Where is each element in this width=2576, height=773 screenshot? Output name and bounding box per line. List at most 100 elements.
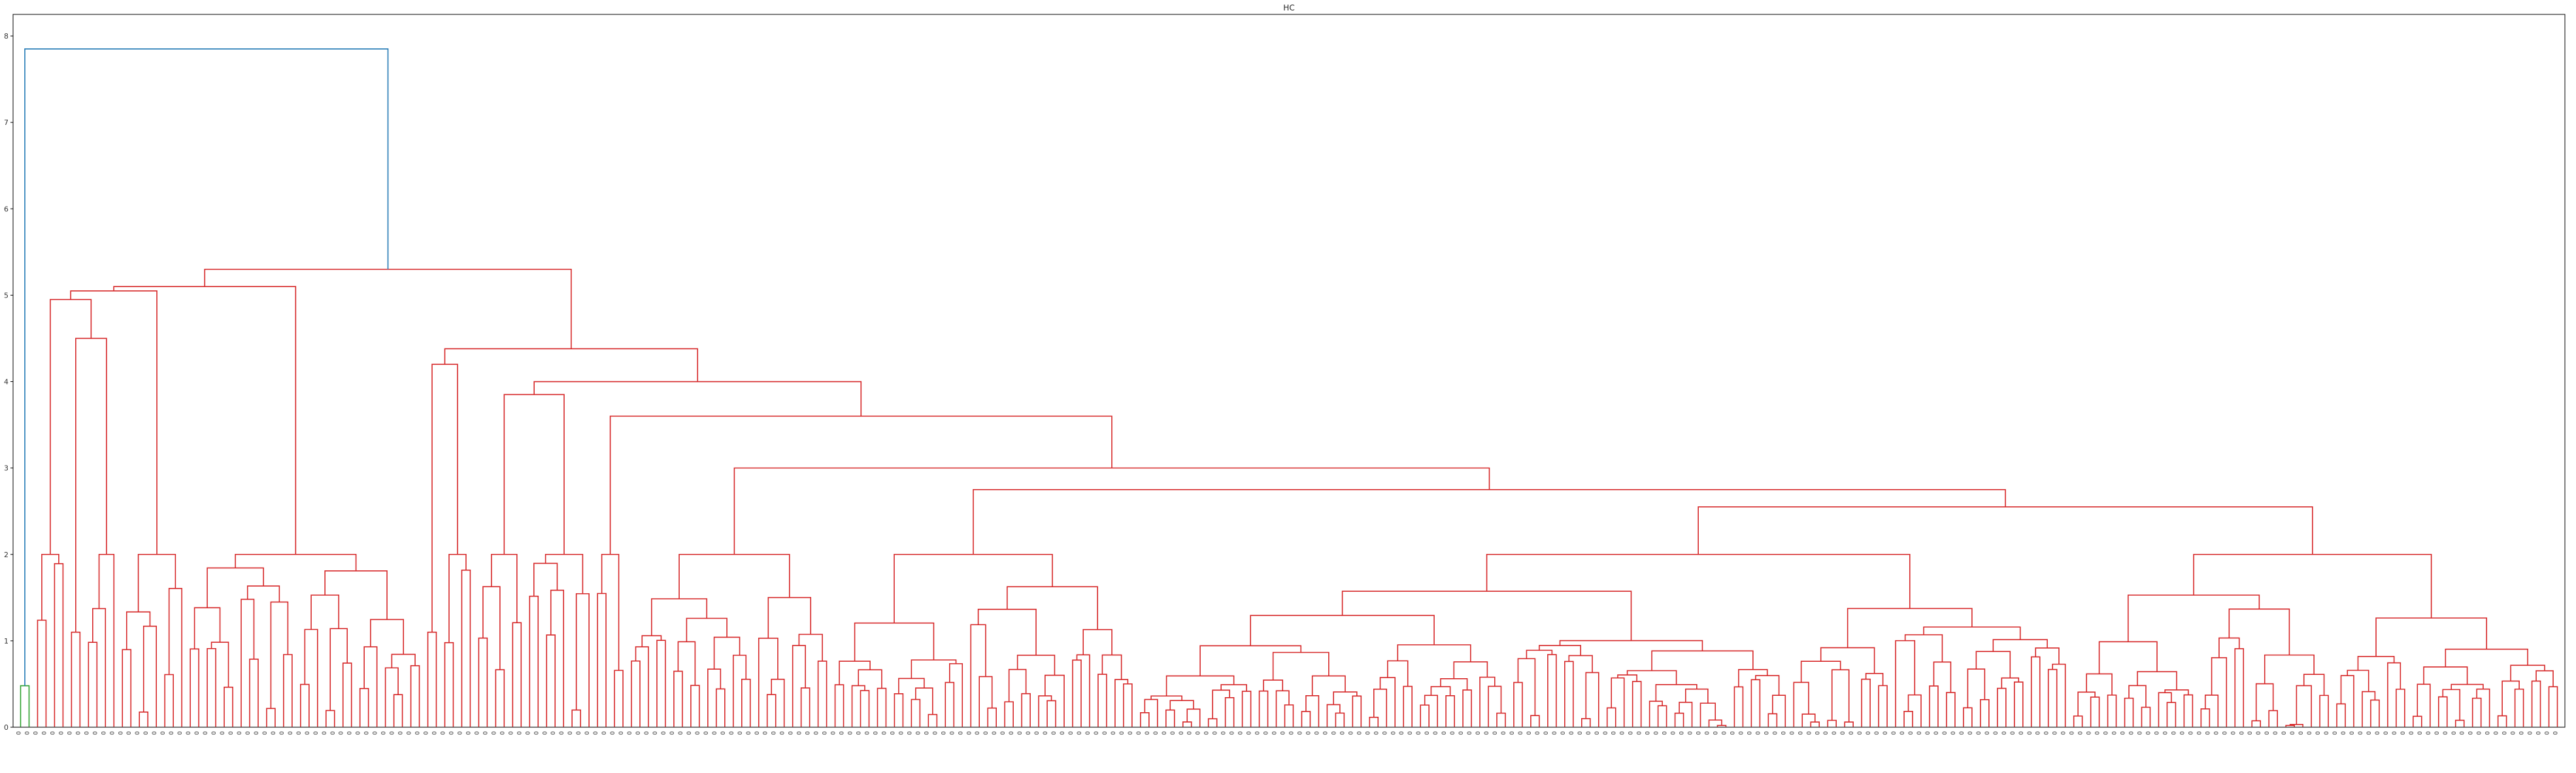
leaf-label: 0 xyxy=(381,731,388,735)
leaf-label: 0 xyxy=(1179,731,1185,735)
leaf-label: 0 xyxy=(415,731,422,735)
leaf-label: 0 xyxy=(1688,731,1694,735)
leaf-label: 0 xyxy=(949,731,956,735)
leaf-label: 0 xyxy=(695,731,701,735)
leaf-label: 0 xyxy=(932,731,939,735)
leaf-label: 0 xyxy=(2103,731,2110,735)
leaf-label: 0 xyxy=(1458,731,1465,735)
leaf-label: 0 xyxy=(50,731,56,735)
leaf-label: 0 xyxy=(1882,731,1889,735)
leaf-label: 0 xyxy=(2383,731,2390,735)
leaf-label: 0 xyxy=(1373,731,1380,735)
leaf-label: 0 xyxy=(1339,731,1346,735)
leaf-label: 0 xyxy=(152,731,158,735)
leaf-label: 0 xyxy=(1662,731,1669,735)
leaf-label: 0 xyxy=(2528,731,2534,735)
leaf-label: 0 xyxy=(2230,731,2237,735)
leaf-label: 0 xyxy=(1000,731,1007,735)
leaf-label: 0 xyxy=(330,731,337,735)
leaf-label: 0 xyxy=(1221,731,1228,735)
leaf-label: 0 xyxy=(1017,731,1024,735)
leaf-label: 0 xyxy=(1424,731,1431,735)
leaf-label: 0 xyxy=(2273,731,2279,735)
leaf-label: 0 xyxy=(2477,731,2483,735)
leaf-label: 0 xyxy=(2120,731,2127,735)
leaf-label: 0 xyxy=(143,731,150,735)
leaf-label: 0 xyxy=(712,731,718,735)
leaf-label: 0 xyxy=(1119,731,1126,735)
leaf-label: 0 xyxy=(1068,731,1075,735)
leaf-label: 0 xyxy=(262,731,269,735)
leaf-label: 0 xyxy=(1798,731,1804,735)
leaf-label: 0 xyxy=(966,731,973,735)
leaf-label: 0 xyxy=(1272,731,1279,735)
leaf-label: 0 xyxy=(432,731,439,735)
leaf-label: 0 xyxy=(2001,731,2008,735)
leaf-label: 0 xyxy=(542,731,548,735)
leaf-label: 0 xyxy=(516,731,523,735)
y-tick-label: 8 xyxy=(4,32,8,41)
leaf-label: 0 xyxy=(373,731,379,735)
leaf-label: 0 xyxy=(1645,731,1652,735)
chart-title: HC xyxy=(1283,3,1294,12)
leaf-label: 0 xyxy=(2112,731,2118,735)
leaf-label: 0 xyxy=(2188,731,2194,735)
leaf-label: 0 xyxy=(1671,731,1677,735)
leaf-label: 0 xyxy=(2010,731,2016,735)
leaf-label: 0 xyxy=(1467,731,1473,735)
leaf-label: 0 xyxy=(339,731,345,735)
leaf-label: 0 xyxy=(1297,731,1303,735)
leaf-label: 0 xyxy=(1305,731,1312,735)
dendrogram-chart: HC 012345678 000000000000000000000000000… xyxy=(0,0,2576,773)
leaf-label: 0 xyxy=(1959,731,1965,735)
leaf-label: 0 xyxy=(618,731,625,735)
leaf-label: 0 xyxy=(508,731,514,735)
leaf-label: 0 xyxy=(1933,731,1940,735)
leaf-label: 0 xyxy=(440,731,446,735)
leaf-label: 0 xyxy=(279,731,286,735)
leaf-label: 0 xyxy=(890,731,896,735)
leaf-label: 0 xyxy=(1848,731,1855,735)
leaf-label: 0 xyxy=(576,731,582,735)
leaf-label: 0 xyxy=(2366,731,2373,735)
leaf-label: 0 xyxy=(33,731,39,735)
leaf-label: 0 xyxy=(254,731,260,735)
leaf-label: 0 xyxy=(1857,731,1864,735)
y-tick-label: 3 xyxy=(4,464,8,473)
leaf-label: 0 xyxy=(601,731,608,735)
leaf-label: 0 xyxy=(915,731,922,735)
leaf-label: 0 xyxy=(1441,731,1448,735)
leaf-label: 0 xyxy=(398,731,405,735)
leaf-label: 0 xyxy=(1713,731,1719,735)
leaf-label: 0 xyxy=(635,731,642,735)
leaf-label: 0 xyxy=(2129,731,2135,735)
leaf-label: 0 xyxy=(1696,731,1703,735)
leaf-label: 0 xyxy=(1526,731,1533,735)
leaf-label: 0 xyxy=(1170,731,1177,735)
y-tick-label: 4 xyxy=(4,378,8,386)
leaf-label: 0 xyxy=(2264,731,2271,735)
leaf-label: 0 xyxy=(797,731,803,735)
leaf-label: 0 xyxy=(2349,731,2356,735)
leaf-label: 0 xyxy=(2434,731,2441,735)
leaf-label: 0 xyxy=(58,731,65,735)
leaf-label: 0 xyxy=(1051,731,1058,735)
leaf-label: 0 xyxy=(1603,731,1609,735)
leaf-label: 0 xyxy=(491,731,497,735)
leaf-label: 0 xyxy=(678,731,684,735)
leaf-label: 0 xyxy=(2545,731,2551,735)
leaf-label: 0 xyxy=(1255,731,1262,735)
leaf-label: 0 xyxy=(983,731,990,735)
leaf-label: 0 xyxy=(1899,731,1906,735)
leaf-label: 0 xyxy=(16,731,22,735)
leaf-label: 0 xyxy=(1501,731,1507,735)
leaf-label: 0 xyxy=(2044,731,2050,735)
leaf-label: 0 xyxy=(1535,731,1541,735)
leaf-label: 0 xyxy=(2409,731,2415,735)
leaf-label: 0 xyxy=(1891,731,1898,735)
leaf-label: 0 xyxy=(237,731,243,735)
leaf-label: 0 xyxy=(1628,731,1635,735)
leaf-label: 0 xyxy=(1407,731,1414,735)
leaf-label: 0 xyxy=(1060,731,1066,735)
leaf-label: 0 xyxy=(958,731,964,735)
